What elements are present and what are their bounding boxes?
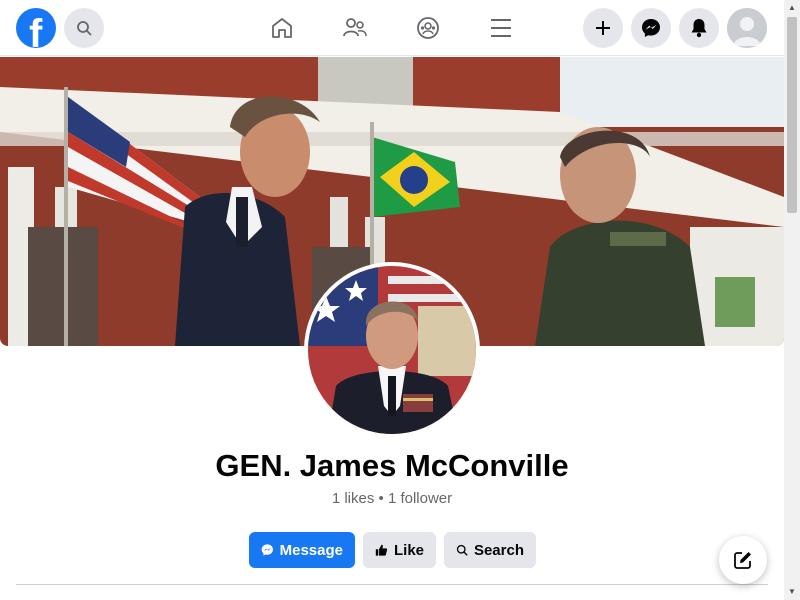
facebook-logo-icon[interactable]: f bbox=[16, 8, 56, 48]
nav-tab-friends[interactable] bbox=[335, 8, 375, 48]
home-icon bbox=[272, 18, 292, 38]
profile-actions: Message Like Search bbox=[249, 532, 536, 568]
like-button-label: Like bbox=[393, 541, 424, 559]
nav-tab-menu[interactable] bbox=[481, 8, 521, 48]
search-icon bbox=[456, 544, 468, 556]
message-button[interactable]: Message bbox=[249, 532, 355, 568]
page-stats: 1 likes • 1 follower bbox=[331, 490, 453, 507]
scroll-up-icon[interactable]: ▲ bbox=[787, 3, 797, 13]
create-button[interactable] bbox=[583, 8, 623, 48]
friends-icon bbox=[343, 18, 367, 37]
top-nav-bar: f bbox=[0, 0, 784, 56]
account-avatar-button[interactable] bbox=[727, 8, 767, 48]
messenger-button[interactable] bbox=[631, 8, 671, 48]
facebook-logo-glyph: f bbox=[29, 12, 43, 48]
like-button[interactable]: Like bbox=[363, 532, 436, 568]
search-page-button[interactable]: Search bbox=[444, 532, 536, 568]
nav-tab-home[interactable] bbox=[262, 8, 302, 48]
scrollbar-thumb[interactable] bbox=[787, 17, 797, 213]
menu-icon bbox=[491, 19, 511, 37]
groups-icon bbox=[417, 17, 439, 39]
profile-photo-image bbox=[308, 266, 476, 434]
compose-message-button[interactable] bbox=[719, 536, 767, 584]
bell-icon bbox=[691, 19, 707, 38]
compose-icon bbox=[734, 552, 751, 569]
plus-icon bbox=[596, 21, 610, 35]
search-button[interactable] bbox=[64, 8, 104, 48]
nav-tab-groups[interactable] bbox=[408, 8, 448, 48]
default-avatar-icon bbox=[727, 8, 767, 48]
page-title: GEN. James McConville bbox=[215, 448, 569, 483]
thumbs-up-icon bbox=[375, 544, 388, 556]
messenger-icon bbox=[642, 19, 660, 37]
page-scrollbar[interactable]: ▲ ▼ bbox=[784, 0, 800, 600]
messenger-icon bbox=[261, 544, 273, 556]
scroll-down-icon[interactable]: ▼ bbox=[787, 587, 797, 597]
profile-page: f GEN. James McConville 1 likes • 1 foll… bbox=[0, 0, 800, 600]
notifications-button[interactable] bbox=[679, 8, 719, 48]
search-icon bbox=[77, 21, 92, 36]
message-button-label: Message bbox=[279, 541, 343, 559]
profile-picture[interactable] bbox=[304, 262, 480, 438]
search-button-label: Search bbox=[473, 541, 524, 559]
section-divider bbox=[16, 584, 768, 585]
